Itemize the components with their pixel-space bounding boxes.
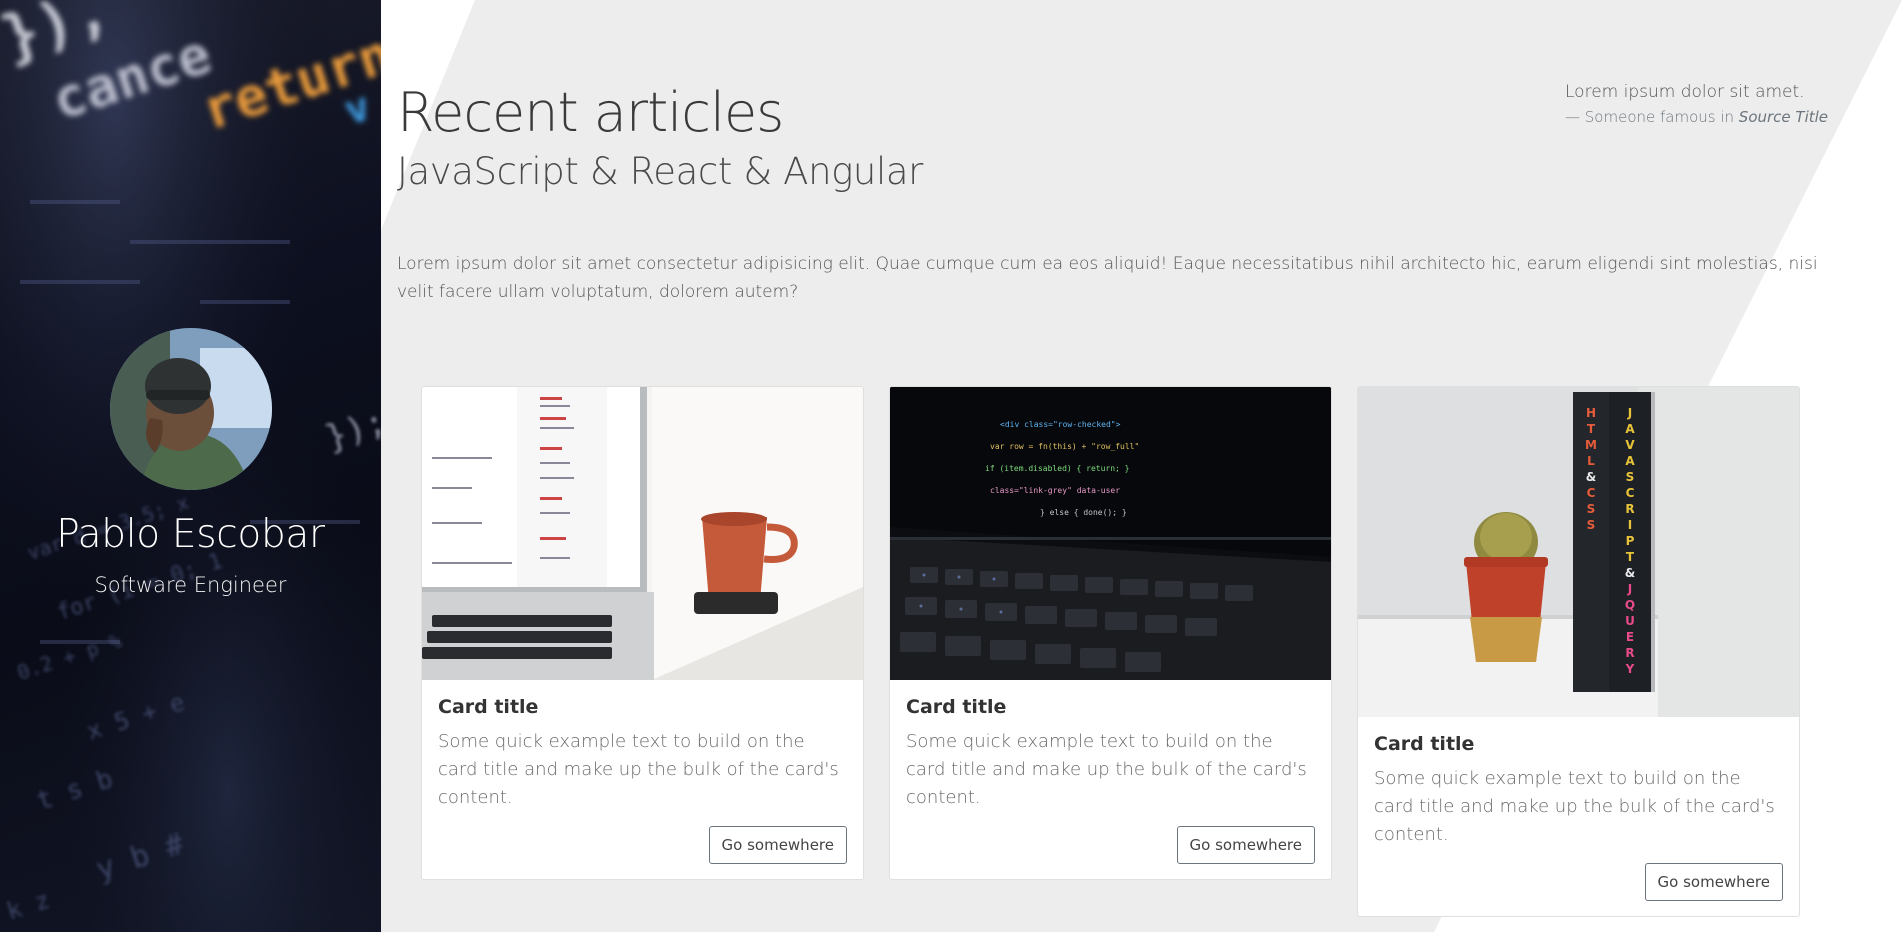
page-subtitle: JavaScript & React & Angular [397,150,923,193]
svg-text:C: C [1626,486,1635,500]
svg-text:S: S [1626,470,1635,484]
svg-text:var row = fn(this) + "row_full: var row = fn(this) + "row_full" [990,442,1139,451]
profile-sidebar: }), cance return v }); var d = 3.5; x fo… [0,0,381,932]
cactus-books-photo: H T M L & C S S J A V A S C R I P T & J … [1358,387,1799,717]
svg-text:P: P [1626,534,1635,548]
card-actions: Go somewhere [906,826,1315,864]
card-actions: Go somewhere [1374,863,1783,901]
card: Card title Some quick example text to bu… [421,386,864,880]
intro-paragraph: Lorem ipsum dolor sit amet consectetur a… [397,254,1818,302]
avatar [109,328,272,490]
svg-text:J: J [1627,406,1632,420]
profile-name: Pablo Escobar [56,512,325,557]
blockquote: Lorem ipsum dolor sit amet. — Someone fa… [1545,82,1845,126]
svg-text:A: A [1625,454,1635,468]
card: H T M L & C S S J A V A S C R I P T & J … [1357,386,1800,917]
svg-text:S: S [1587,518,1596,532]
card-title: Card title [906,696,1007,718]
svg-text:H: H [1586,406,1596,420]
laptop-coffee-cup-photo [422,387,863,680]
svg-text:if (item.disabled) { return; }: if (item.disabled) { return; } [985,464,1130,473]
card-text: Some quick example text to build on the … [1374,768,1775,845]
svg-text:} else { done(); }: } else { done(); } [1040,508,1127,517]
card-actions: Go somewhere [438,826,847,864]
card-deck: Card title Some quick example text to bu… [421,386,1851,917]
card-body: Card title Some quick example text to bu… [1358,717,1799,916]
svg-text:&: & [1586,470,1596,484]
svg-text:R: R [1625,646,1634,660]
go-somewhere-button[interactable]: Go somewhere [1644,863,1783,901]
avatar-photo-icon [109,328,272,490]
svg-text:C: C [1587,486,1596,500]
svg-text:I: I [1628,518,1632,532]
card-title: Card title [438,696,539,718]
quote-source-title: Source Title [1738,108,1829,126]
svg-text:<div class="row-checked">: <div class="row-checked"> [1000,420,1121,429]
svg-text:Y: Y [1625,662,1635,676]
go-somewhere-button[interactable]: Go somewhere [1176,826,1315,864]
card-text: Some quick example text to build on the … [438,731,839,808]
svg-text:E: E [1626,630,1634,644]
svg-text:Q: Q [1625,598,1635,612]
svg-text:S: S [1587,502,1596,516]
quote-attribution: Someone famous in [1584,108,1739,126]
laptop-code-keyboard-photo: <div class="row-checked"> var row = fn(t… [890,387,1331,680]
card-title: Card title [1374,733,1475,755]
card-body: Card title Some quick example text to bu… [422,680,863,879]
card-text: Some quick example text to build on the … [906,731,1307,808]
card-body: Card title Some quick example text to bu… [890,680,1331,879]
card: <div class="row-checked"> var row = fn(t… [889,386,1332,880]
svg-text:T: T [1626,550,1635,564]
svg-text:&: & [1625,566,1635,580]
svg-text:T: T [1587,422,1596,436]
svg-text:A: A [1625,422,1635,436]
profile-block: Pablo Escobar Software Engineer [0,328,381,597]
svg-text:M: M [1585,438,1597,452]
svg-text:J: J [1627,582,1632,596]
quote-dash: — [1565,108,1585,126]
svg-text:R: R [1625,502,1634,516]
svg-text:L: L [1587,454,1595,468]
svg-text:class="link-grey" data-user: class="link-grey" data-user [990,486,1120,495]
quote-text: Lorem ipsum dolor sit amet. [1565,82,1805,102]
main-content: Recent articles JavaScript & React & Ang… [381,0,1903,932]
go-somewhere-button[interactable]: Go somewhere [708,826,847,864]
quote-footer: — Someone famous in Source Title [1565,108,1845,126]
svg-text:U: U [1625,614,1635,628]
svg-text:V: V [1625,438,1635,452]
profile-job-title: Software Engineer [94,573,287,597]
